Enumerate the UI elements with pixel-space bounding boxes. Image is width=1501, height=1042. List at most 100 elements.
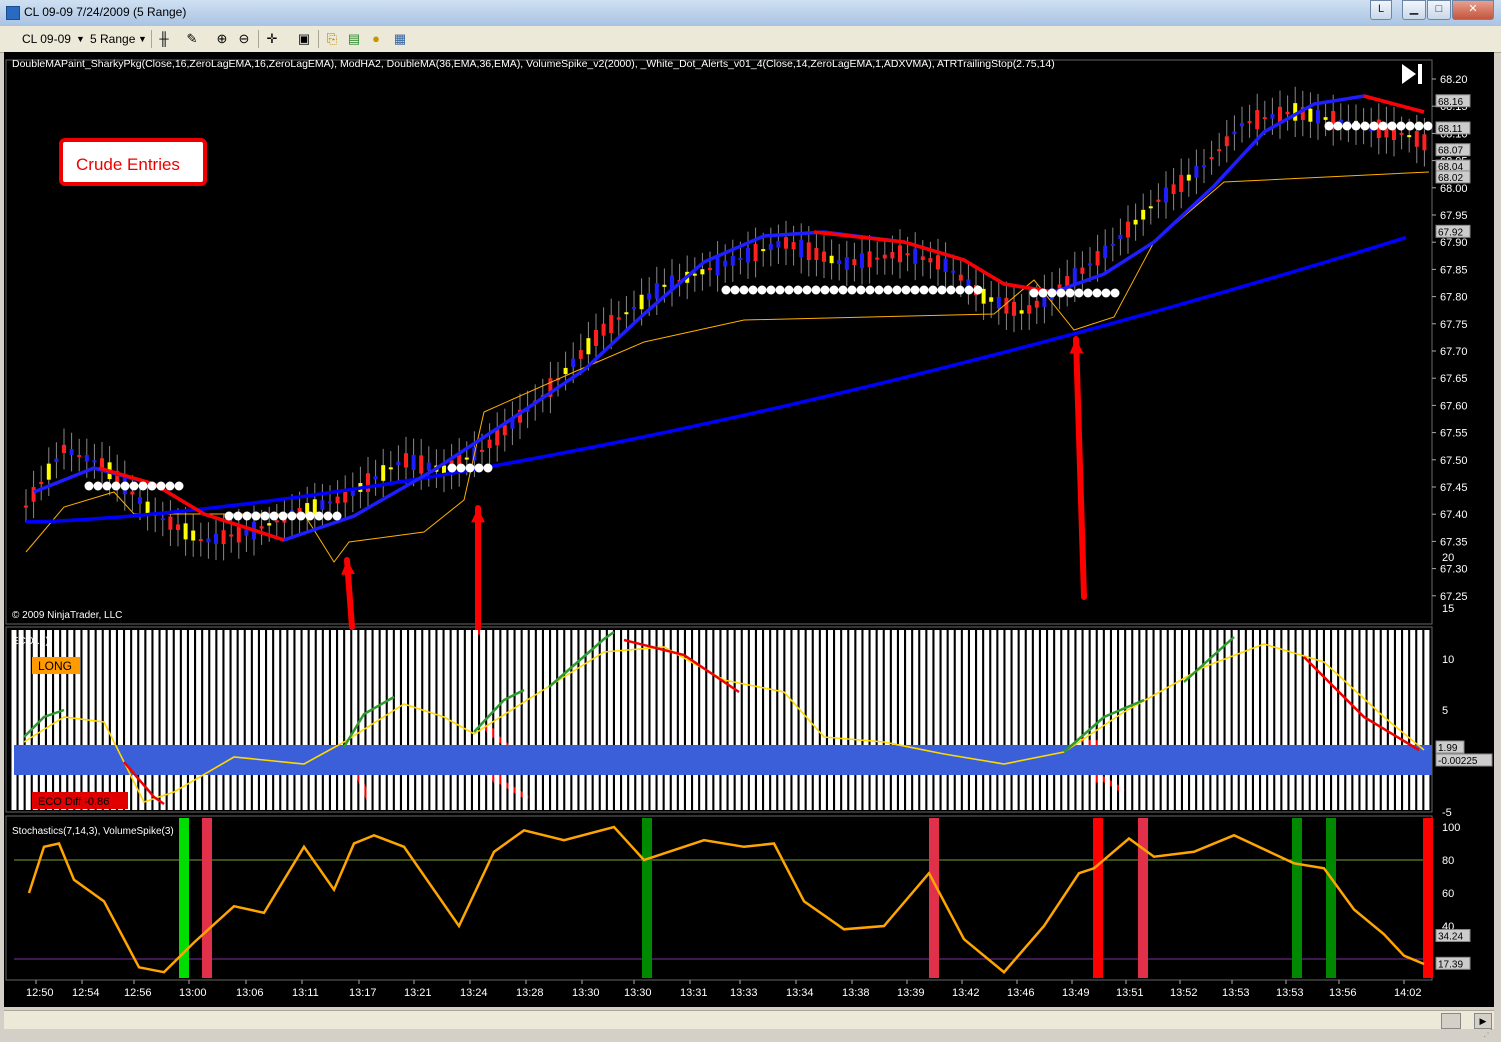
zoom-in-icon[interactable]: ⊕ xyxy=(214,31,230,47)
white-dot-alert xyxy=(1029,288,1039,298)
strategies-icon[interactable]: ▤ xyxy=(346,31,362,47)
candle-body xyxy=(62,444,66,454)
candle-body xyxy=(1232,131,1237,135)
time-axis-label: 12:56 xyxy=(124,987,152,999)
white-dot-alert xyxy=(242,511,252,521)
time-axis-label: 12:54 xyxy=(72,987,100,999)
white-dot-alert xyxy=(174,481,184,491)
instrument-selector[interactable]: CL 09-09 xyxy=(22,30,71,48)
candle-body xyxy=(480,449,484,452)
white-dot-alert xyxy=(1423,121,1433,131)
white-dot-alert xyxy=(730,285,740,295)
white-dot-alert xyxy=(1414,121,1424,131)
white-dot-alert xyxy=(1342,121,1352,131)
candle-body xyxy=(84,454,89,462)
candle-body xyxy=(806,242,811,261)
entry-arrow xyxy=(1073,336,1087,600)
entry-arrow-head xyxy=(1069,339,1084,354)
link-button[interactable]: L xyxy=(1370,0,1392,20)
price-badge-text: 68.16 xyxy=(1438,97,1463,108)
data-box-icon[interactable]: ▦ xyxy=(392,31,408,47)
candle-body xyxy=(1407,135,1412,138)
white-dot-alert xyxy=(1387,121,1397,131)
eco-diff-label: ECO Diff -0.86 xyxy=(38,796,109,808)
candle-body xyxy=(1012,301,1016,316)
candle-body xyxy=(616,317,621,320)
white-dot-alert xyxy=(111,481,121,491)
candle-body xyxy=(662,284,667,287)
time-axis-label: 13:31 xyxy=(680,987,708,999)
time-axis-label: 13:34 xyxy=(786,987,814,999)
candle-body xyxy=(913,248,918,264)
price-axis-label: 68.20 xyxy=(1440,74,1468,86)
white-dot-alert xyxy=(465,463,475,473)
candle-body xyxy=(799,239,804,258)
candle-body xyxy=(221,530,226,545)
candle-body xyxy=(1095,251,1100,266)
scroll-right-button[interactable]: ▶ xyxy=(1474,1013,1492,1029)
stoch-axis-label: 60 xyxy=(1442,888,1454,900)
candle-body xyxy=(867,251,872,268)
candle-body xyxy=(1034,300,1039,308)
candle-body xyxy=(624,312,629,315)
candle-body xyxy=(936,255,940,270)
maximize-button[interactable]: □ xyxy=(1427,0,1451,20)
candle-body xyxy=(1224,136,1229,147)
crosshair-icon[interactable]: ✛ xyxy=(264,31,280,47)
indicator-header: DoubleMAPaint_SharkyPkg(Close,16,ZeroLag… xyxy=(12,58,1055,70)
white-dot-alert xyxy=(165,481,175,491)
white-dot-alert xyxy=(1378,121,1388,131)
bar-type-icon[interactable]: ╫ xyxy=(156,31,172,47)
candle-body xyxy=(198,539,203,542)
resize-grip-icon[interactable]: ⋰ xyxy=(1483,1028,1497,1040)
volume-spike-bar xyxy=(1423,818,1433,978)
candle-body xyxy=(1027,305,1032,314)
candle-body xyxy=(844,257,849,270)
candle-body xyxy=(145,501,150,515)
chart-svg[interactable]: 68.2068.1568.1068.0568.0067.9567.9067.85… xyxy=(4,52,1494,1007)
white-dot-alert xyxy=(820,285,830,295)
zoom-out-icon[interactable]: ⊖ xyxy=(236,31,252,47)
white-dot-alert xyxy=(1083,288,1093,298)
white-dot-alert xyxy=(721,285,731,295)
candle-body xyxy=(639,294,644,310)
white-dot-alert xyxy=(156,481,166,491)
interval-dropdown-icon[interactable]: ▼ xyxy=(138,30,147,48)
candle-body xyxy=(464,457,469,460)
interval-selector[interactable]: 5 Range xyxy=(90,30,135,48)
app-icon xyxy=(6,6,20,20)
white-dot-alert xyxy=(1047,288,1057,298)
scrollbar-thumb[interactable] xyxy=(1441,1013,1461,1029)
alerts-icon[interactable]: ● xyxy=(368,31,384,47)
toolbar-separator xyxy=(151,30,152,48)
draw-tool-icon[interactable]: ✎ xyxy=(184,31,200,47)
candle-body xyxy=(860,253,864,269)
fast-ema-down-segment xyxy=(813,230,1055,294)
time-axis-label: 13:17 xyxy=(349,987,377,999)
window-title: CL 09-09 7/24/2009 (5 Range) xyxy=(24,5,187,19)
properties-icon[interactable]: ▣ xyxy=(296,31,312,47)
toolbar-separator xyxy=(318,30,319,48)
candle-body xyxy=(320,500,325,510)
white-dot-alert xyxy=(937,285,947,295)
candle-body xyxy=(426,462,431,471)
slow-ema-line xyxy=(25,235,1407,524)
eco-axis-label: -5 xyxy=(1442,807,1452,819)
white-dot-alert xyxy=(748,285,758,295)
white-dot-alert xyxy=(766,285,776,295)
horizontal-scrollbar[interactable]: ▶ xyxy=(4,1010,1494,1029)
instrument-dropdown-icon[interactable]: ▼ xyxy=(76,30,85,48)
price-axis-label: 67.50 xyxy=(1440,455,1468,467)
candle-body xyxy=(920,256,925,261)
candle-body xyxy=(343,491,348,503)
white-dot-alert xyxy=(901,285,911,295)
entry-arrow-head xyxy=(341,560,356,575)
indicators-icon[interactable]: ⎘ xyxy=(324,31,340,47)
candle-body xyxy=(46,463,51,480)
white-dot-alert xyxy=(829,285,839,295)
candle-body xyxy=(746,247,750,263)
stoch-badge-text: 17.39 xyxy=(1438,959,1463,970)
chart-area[interactable]: 68.2068.1568.1068.0568.0067.9567.9067.85… xyxy=(4,52,1494,1007)
minimize-button[interactable]: ▁ xyxy=(1402,0,1426,20)
close-button[interactable]: ✕ xyxy=(1452,0,1494,20)
